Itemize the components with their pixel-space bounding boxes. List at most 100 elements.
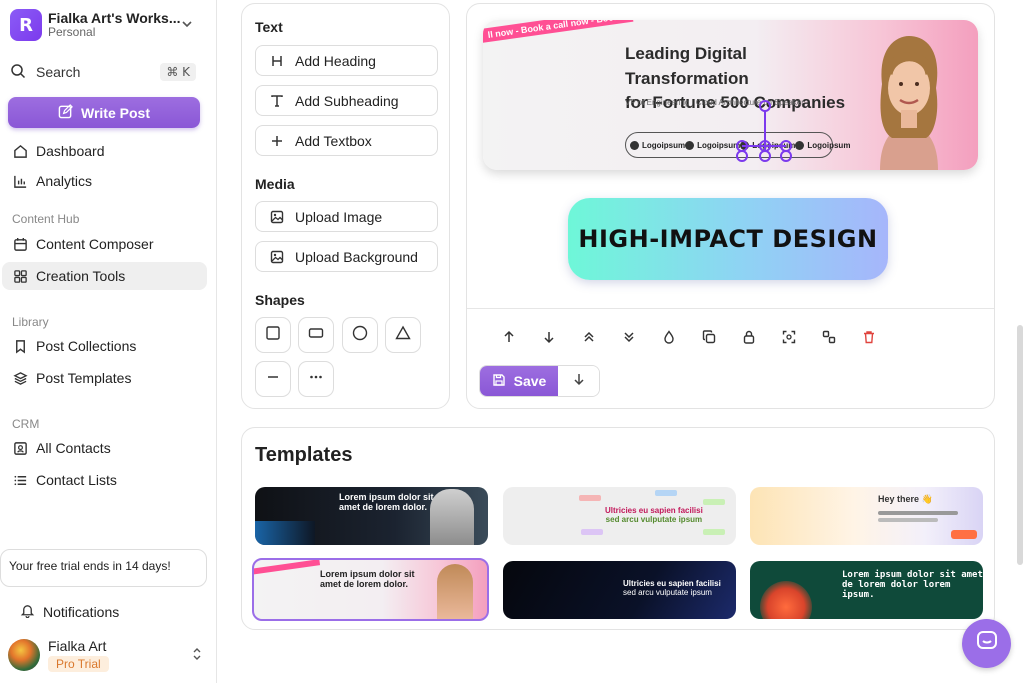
workspace-switcher[interactable]: R Fialka Art's Works... Personal (10, 8, 205, 42)
sidebar-item-creation-tools[interactable]: Creation Tools (2, 262, 207, 290)
template-3-line1: Hey there 👋 (878, 494, 933, 504)
write-post-button[interactable]: Write Post (8, 97, 200, 128)
add-heading-label: Add Heading (295, 52, 376, 69)
image-icon (269, 250, 285, 264)
resize-handle[interactable] (759, 150, 771, 162)
sidebar-item-label: Analytics (36, 173, 93, 189)
home-icon (12, 144, 28, 159)
template-decoration (254, 560, 321, 575)
template-2-text: Ultricies eu sapien facilisi sed arcu vu… (605, 506, 703, 525)
add-textbox-button[interactable]: Add Textbox (255, 125, 438, 156)
template-4-line2: amet de lorem dolor. (320, 578, 409, 589)
add-subheading-button[interactable]: Add Subheading (255, 85, 438, 116)
banner-logos-strip[interactable]: Logoipsum Logoipsum Logoipsum Logoipsum (625, 132, 850, 158)
bookmark-icon (12, 339, 28, 354)
sidebar-item-dashboard[interactable]: Dashboard (2, 137, 207, 165)
bar-chart-icon (12, 174, 28, 189)
template-decoration (579, 495, 601, 501)
square-icon (265, 325, 281, 346)
save-button-group: Save (479, 365, 600, 397)
line-shape-button[interactable] (255, 361, 291, 397)
circle-icon (352, 325, 368, 346)
template-card-2[interactable]: Ultricies eu sapien facilisi sed arcu vu… (503, 487, 736, 545)
triangle-shape-button[interactable] (385, 317, 421, 353)
plan-badge: Pro Trial (48, 655, 109, 672)
line-icon (265, 369, 281, 390)
banner-subtitle[interactable]: VP of Engineering | Cloud Architecture c… (625, 98, 804, 107)
trash-icon (862, 330, 876, 349)
sidebar-item-label: Post Templates (36, 370, 132, 386)
logo-label: Logoipsum (697, 140, 741, 150)
template-6-line2: de lorem dolor lorem ipsum. (842, 579, 951, 600)
rectangle-shape-button[interactable] (298, 317, 334, 353)
scrollbar[interactable] (1017, 325, 1023, 565)
chat-launcher-button[interactable] (962, 619, 1011, 668)
design-canvas: ll now - Book a call now - Book a call n… (466, 3, 995, 409)
sidebar-item-all-contacts[interactable]: All Contacts (2, 434, 207, 462)
section-title-content-hub: Content Hub (12, 212, 80, 226)
high-impact-design-badge[interactable]: HIGH-IMPACT DESIGN (568, 198, 888, 280)
search-button[interactable]: Search ⌘ K (10, 60, 196, 84)
send-to-back-button[interactable] (609, 328, 649, 350)
heading-icon (269, 54, 285, 68)
template-decoration (878, 511, 958, 515)
lock-button[interactable] (729, 328, 769, 350)
search-shortcut: ⌘ K (160, 63, 196, 81)
sidebar-item-label: Creation Tools (36, 268, 126, 284)
user-menu[interactable]: Fialka Art Pro Trial (8, 636, 203, 674)
logo-item: Logoipsum (685, 140, 741, 150)
arrow-up-icon (502, 330, 516, 349)
template-decoration (760, 581, 812, 619)
upload-background-button[interactable]: Upload Background (255, 241, 438, 272)
resize-handle[interactable] (780, 150, 792, 162)
upload-image-label: Upload Image (295, 208, 383, 225)
save-label: Save (513, 373, 547, 389)
banner-preview[interactable]: ll now - Book a call now - Book a call n… (483, 20, 978, 170)
logo-label: Logoipsum (807, 140, 851, 150)
resize-handle[interactable] (736, 150, 748, 162)
group-button[interactable] (809, 328, 849, 350)
droplet-icon (662, 329, 676, 349)
duplicate-button[interactable] (689, 328, 729, 350)
sidebar-item-contact-lists[interactable]: Contact Lists (2, 466, 207, 494)
template-card-6[interactable]: Lorem ipsum dolor sit amet de lorem dolo… (750, 561, 983, 619)
section-title-library: Library (12, 315, 49, 329)
square-shape-button[interactable] (255, 317, 291, 353)
canvas-divider (467, 308, 994, 309)
notifications-button[interactable]: Notifications (20, 603, 119, 621)
chevrons-up-icon (582, 330, 596, 349)
add-heading-button[interactable]: Add Heading (255, 45, 438, 76)
template-card-5[interactable]: Ultricies eu sapien facilisi sed arcu vu… (503, 561, 736, 619)
save-options-button[interactable] (558, 366, 599, 396)
template-card-1[interactable]: Lorem ipsum dolor sit amet de lorem dolo… (255, 487, 488, 545)
move-up-button[interactable] (489, 328, 529, 350)
save-icon (492, 373, 506, 390)
sidebar-item-analytics[interactable]: Analytics (2, 167, 207, 195)
arrow-down-icon (572, 372, 586, 391)
notifications-label: Notifications (43, 604, 120, 620)
layers-icon (12, 371, 28, 386)
bring-to-front-button[interactable] (569, 328, 609, 350)
move-down-button[interactable] (529, 328, 569, 350)
delete-button[interactable] (849, 328, 889, 350)
sidebar-item-content-composer[interactable]: Content Composer (2, 230, 207, 258)
save-button[interactable]: Save (480, 366, 558, 396)
app-root: R Fialka Art's Works... Personal Search … (0, 0, 1024, 683)
logo-item: Logoipsum (630, 140, 685, 150)
sidebar-item-post-templates[interactable]: Post Templates (2, 364, 207, 392)
template-card-3[interactable]: Hey there 👋 (750, 487, 983, 545)
rotate-handle[interactable] (759, 100, 771, 112)
template-6-text: Lorem ipsum dolor sit amet de lorem dolo… (842, 570, 983, 601)
template-card-4[interactable]: Lorem ipsum dolor sit amet de lorem dolo… (252, 558, 489, 621)
upload-image-button[interactable]: Upload Image (255, 201, 438, 232)
add-subheading-label: Add Subheading (295, 92, 399, 109)
sidebar-item-post-collections[interactable]: Post Collections (2, 332, 207, 360)
templates-title: Templates (255, 444, 353, 466)
rectangle-icon (308, 325, 324, 346)
circle-shape-button[interactable] (342, 317, 378, 353)
more-shapes-button[interactable] (298, 361, 334, 397)
focus-button[interactable] (769, 328, 809, 350)
template-4-portrait (437, 564, 473, 619)
template-1-portrait (430, 489, 474, 545)
color-fill-button[interactable] (649, 328, 689, 350)
